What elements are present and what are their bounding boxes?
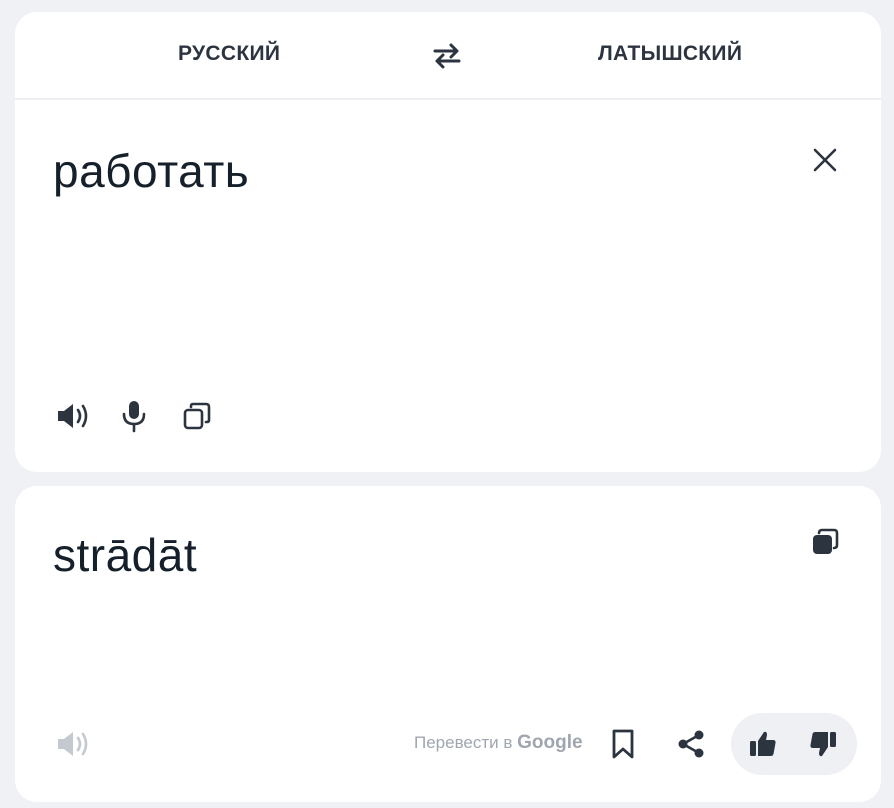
bookmark-icon [612,729,634,759]
translate-in-label: Перевести в [414,733,513,752]
google-brand: Google [517,732,583,753]
source-text-input[interactable]: работать [53,144,249,198]
feedback-group [731,713,857,775]
copy-icon [183,402,211,430]
microphone-icon [122,401,146,433]
share-button[interactable] [669,722,713,766]
clear-button[interactable] [803,138,847,182]
swap-languages-button[interactable] [427,38,467,74]
target-language-button[interactable]: ЛАТЫШСКИЙ [598,42,742,66]
speaker-icon [58,404,88,428]
microphone-button[interactable] [112,394,156,438]
translation-copy-button[interactable] [803,520,847,564]
thumbs-down-icon [810,732,836,757]
language-bar: РУССКИЙ ЛАТЫШСКИЙ [15,12,881,100]
thumbs-up-icon [750,731,776,756]
swap-arrows-icon [433,43,461,69]
share-icon [678,730,704,758]
bookmark-button[interactable] [601,722,645,766]
thumbs-down-button[interactable] [801,722,845,766]
speaker-disabled-icon [58,732,88,756]
translate-in-google-link[interactable]: Перевести в Google [414,732,583,754]
source-copy-button[interactable] [175,394,219,438]
thumbs-up-button[interactable] [741,722,785,766]
copy-filled-icon [813,528,839,554]
translation-card: strādāt Перевести в Google [15,486,881,802]
source-language-button[interactable]: РУССКИЙ [178,42,280,66]
source-speak-button[interactable] [51,394,95,438]
source-card: РУССКИЙ ЛАТЫШСКИЙ работать [15,12,881,472]
translator-app: РУССКИЙ ЛАТЫШСКИЙ работать strādāt Перев… [0,0,894,808]
close-icon [813,148,837,172]
translation-speak-button[interactable] [51,722,95,766]
translation-text: strādāt [53,529,198,581]
